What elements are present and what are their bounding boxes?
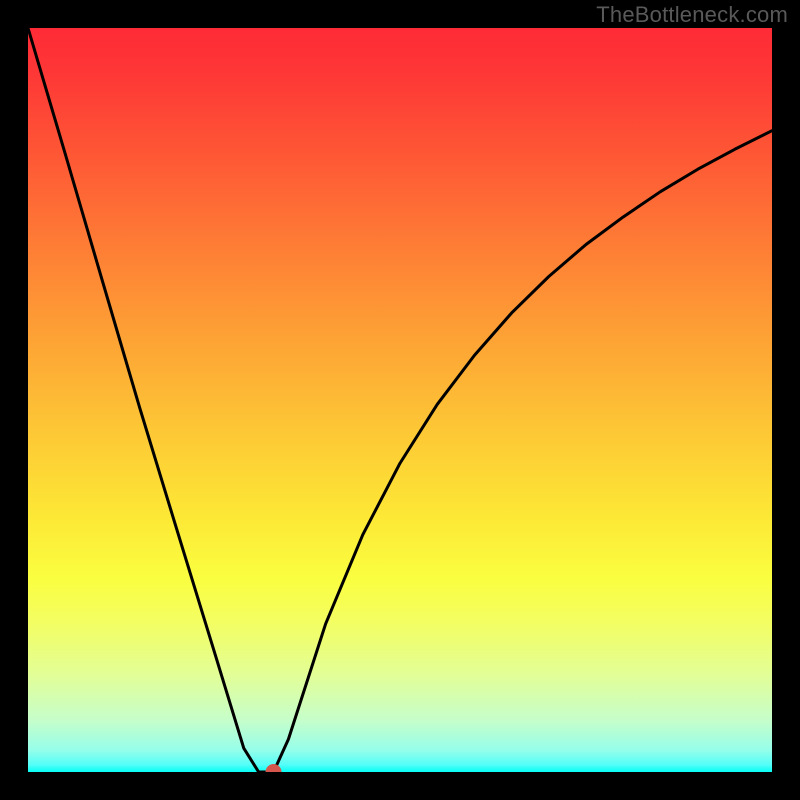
plot-area [28, 28, 772, 772]
minimum-marker [266, 764, 282, 780]
chart-svg [28, 28, 772, 772]
watermark-text: TheBottleneck.com [596, 2, 788, 28]
bottleneck-curve [28, 28, 772, 772]
chart-container: TheBottleneck.com [0, 0, 800, 800]
